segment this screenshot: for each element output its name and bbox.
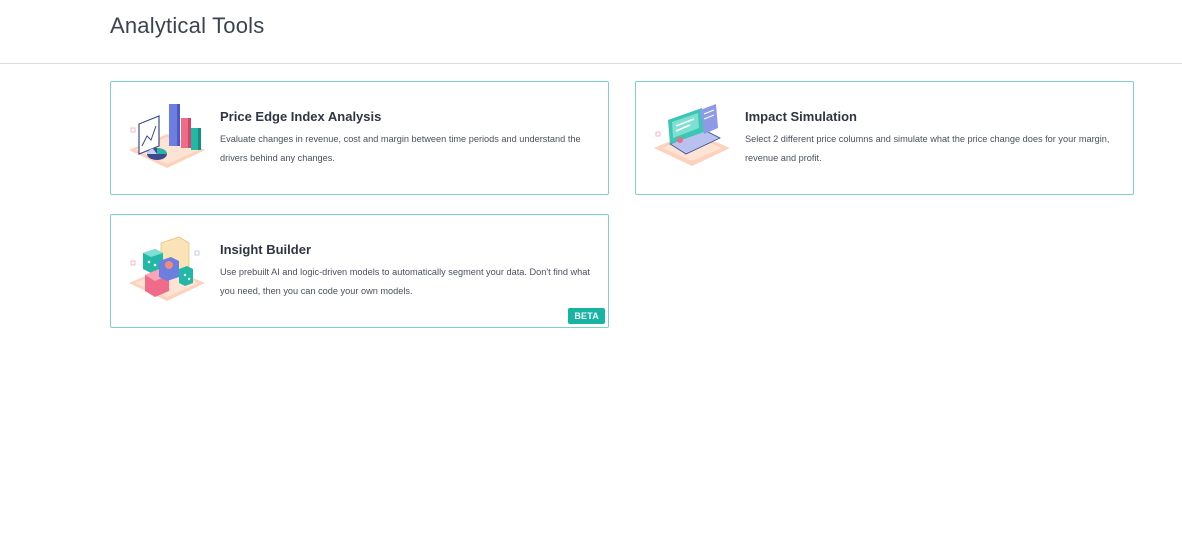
beta-badge: BETA <box>568 308 605 324</box>
card-description: Use prebuilt AI and logic-driven models … <box>220 267 590 296</box>
simulation-illustration-icon <box>654 104 730 166</box>
card-title: Price Edge Index Analysis <box>220 109 382 124</box>
page-header: Analytical Tools <box>0 0 1182 64</box>
card-price-edge-index-analysis[interactable]: Price Edge Index Analysis Evaluate chang… <box>110 81 609 195</box>
card-title: Insight Builder <box>220 242 311 257</box>
card-insight-builder[interactable]: Insight Builder Use prebuilt AI and logi… <box>110 214 609 328</box>
card-title: Impact Simulation <box>745 109 857 124</box>
card-description: Select 2 different price columns and sim… <box>745 134 1110 163</box>
page-title: Analytical Tools <box>110 13 265 38</box>
card-description: Evaluate changes in revenue, cost and ma… <box>220 134 581 163</box>
bar-chart-illustration-icon <box>129 104 205 168</box>
blocks-illustration-icon <box>129 236 205 301</box>
card-impact-simulation[interactable]: Impact Simulation Select 2 different pri… <box>635 81 1134 195</box>
